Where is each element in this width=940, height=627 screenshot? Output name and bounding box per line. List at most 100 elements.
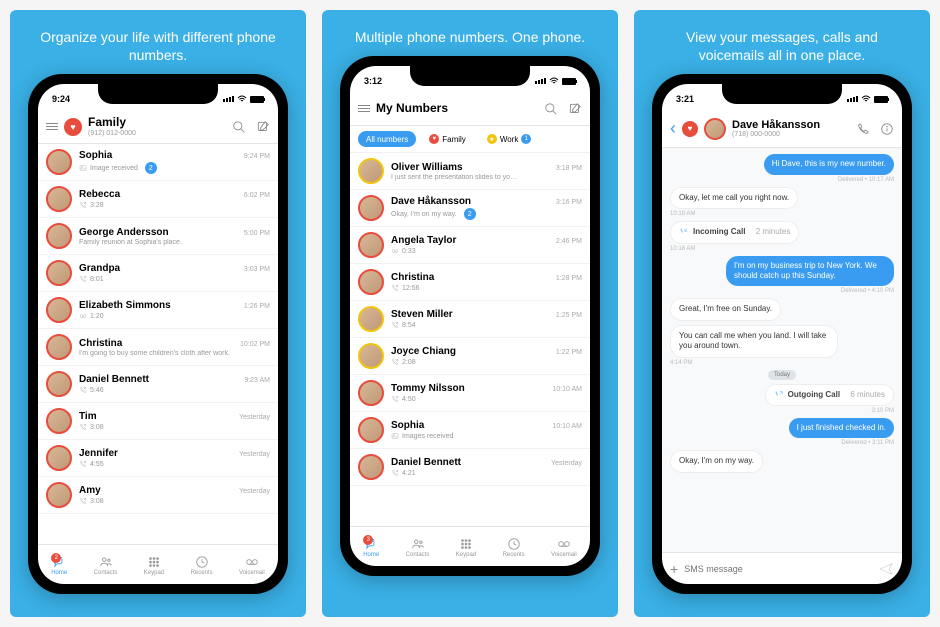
- compose-icon[interactable]: [256, 120, 270, 134]
- conversation-row[interactable]: Christina 10:02 PM I'm going to buy some…: [38, 329, 278, 366]
- conversation-row[interactable]: Sophia 10:10 AM Images received: [350, 412, 590, 449]
- timestamp: 3:16 PM: [556, 199, 582, 206]
- contact-name: Tommy Nilsson: [391, 383, 465, 394]
- avatar: [46, 482, 72, 508]
- status-time: 3:12: [364, 76, 382, 86]
- avatar: [358, 269, 384, 295]
- search-icon[interactable]: [232, 120, 246, 134]
- timestamp: 1:28 PM: [556, 275, 582, 282]
- message-meta: Delivered • 4:10 PM: [841, 288, 894, 294]
- timestamp: 3:18 PM: [556, 165, 582, 172]
- preview-text: 8:01: [79, 275, 270, 283]
- timestamp: 1:25 PM: [556, 312, 582, 319]
- avatar: [46, 260, 72, 286]
- conversation-row[interactable]: Sophia 9:24 PM Image received2: [38, 144, 278, 181]
- conversation-row[interactable]: Joyce Chiang 1:22 PM 2:08: [350, 338, 590, 375]
- navbar: My Numbers: [350, 92, 590, 126]
- contact-name: Daniel Bennett: [79, 374, 149, 385]
- incoming-message[interactable]: Okay, let me call you right now.: [670, 187, 798, 209]
- message-meta: 3:10 PM: [872, 408, 894, 414]
- timestamp: 10:10 AM: [552, 386, 582, 393]
- preview-text: 3:08: [79, 497, 270, 505]
- avatar: [358, 306, 384, 332]
- message-input[interactable]: [684, 564, 872, 574]
- tab-contacts[interactable]: Contacts: [406, 537, 430, 558]
- message-meta: 10:18 AM: [670, 211, 695, 217]
- contact-name: Amy: [79, 485, 101, 496]
- tab-keypad[interactable]: Keypad: [144, 555, 164, 576]
- chip-work[interactable]: ★Work1: [479, 131, 540, 147]
- timestamp: 1:22 PM: [556, 349, 582, 356]
- tab-recents[interactable]: Recents: [503, 537, 525, 558]
- tab-home[interactable]: 2Home: [51, 555, 67, 576]
- conversation-row[interactable]: Oliver Williams 3:18 PM I just sent the …: [350, 153, 590, 190]
- contact-name: Christina: [391, 272, 434, 283]
- message-meta: 10:18 AM: [670, 246, 695, 252]
- search-icon[interactable]: [544, 102, 558, 116]
- tab-voicemail[interactable]: Voicemail: [239, 555, 265, 576]
- timestamp: 6:02 PM: [244, 192, 270, 199]
- status-time: 3:21: [676, 94, 694, 104]
- conversation-row[interactable]: Angela Taylor 2:46 PM 0:33: [350, 227, 590, 264]
- conversation-row[interactable]: Rebecca 6:02 PM 3:28: [38, 181, 278, 218]
- preview-text: Images received: [391, 432, 582, 440]
- conversation-row[interactable]: Tommy Nilsson 10:10 AM 4:50: [350, 375, 590, 412]
- info-icon[interactable]: [880, 122, 894, 136]
- chip-family[interactable]: ♥Family: [421, 131, 474, 147]
- timestamp: Yesterday: [551, 460, 582, 467]
- conversation-row[interactable]: Tim Yesterday 3:08: [38, 403, 278, 440]
- contact-name: Tim: [79, 411, 97, 422]
- outgoing-message[interactable]: I just finished checked in.: [789, 418, 894, 438]
- filter-chips: All numbers ♥Family ★Work1: [350, 126, 590, 153]
- timestamp: 9:23 AM: [244, 377, 270, 384]
- conversation-row[interactable]: Elizabeth Simmons 1:26 PM 1:20: [38, 292, 278, 329]
- outgoing-message[interactable]: Hi Dave, this is my new number.: [764, 154, 894, 174]
- status-time: 9:24: [52, 94, 70, 104]
- tagline-2: Multiple phone numbers. One phone.: [335, 10, 605, 56]
- avatar: [46, 371, 72, 397]
- contact-name: Sophia: [391, 420, 424, 431]
- tab-voicemail[interactable]: Voicemail: [551, 537, 577, 558]
- incoming-message[interactable]: Okay, I'm on my way.: [670, 450, 763, 472]
- conversation-row[interactable]: George Andersson 5:00 PM Family reunion …: [38, 218, 278, 255]
- contact-name: Angela Taylor: [391, 235, 456, 246]
- tab-home[interactable]: 3Home: [363, 537, 379, 558]
- conversation-row[interactable]: Daniel Bennett Yesterday 4:21: [350, 449, 590, 486]
- call-event-outgoing[interactable]: Outgoing Call 6 minutes: [765, 384, 894, 406]
- unread-badge: 2: [464, 208, 476, 220]
- outgoing-message[interactable]: I'm on my business trip to New York. We …: [726, 256, 894, 287]
- menu-icon[interactable]: [46, 123, 58, 130]
- attach-button[interactable]: +: [670, 561, 678, 577]
- chip-all-numbers[interactable]: All numbers: [358, 131, 416, 147]
- compose-icon[interactable]: [568, 102, 582, 116]
- conversation-row[interactable]: Steven Miller 1:25 PM 8:54: [350, 301, 590, 338]
- conversation-list: Oliver Williams 3:18 PM I just sent the …: [350, 153, 590, 526]
- phone-icon[interactable]: [856, 122, 870, 136]
- contact-name: George Andersson: [79, 227, 169, 238]
- contact-avatar[interactable]: [704, 118, 726, 140]
- send-icon[interactable]: [878, 561, 894, 577]
- contact-name: Jennifer: [79, 448, 118, 459]
- tab-contacts[interactable]: Contacts: [94, 555, 118, 576]
- preview-text: 1:20: [79, 312, 270, 320]
- conversation-row[interactable]: Daniel Bennett 9:23 AM 5:46: [38, 366, 278, 403]
- promo-panel-2: Multiple phone numbers. One phone. 3:12 …: [322, 10, 618, 617]
- menu-icon[interactable]: [358, 105, 370, 112]
- conversation-row[interactable]: Amy Yesterday 3:08: [38, 477, 278, 514]
- conversation-row[interactable]: Christina 1:28 PM 12:56: [350, 264, 590, 301]
- conversation-row[interactable]: Dave Håkansson 3:16 PM Okay, I'm on my w…: [350, 190, 590, 227]
- incoming-message[interactable]: You can call me when you land. I will ta…: [670, 325, 838, 358]
- call-event-incoming[interactable]: Incoming Call 2 minutes: [670, 221, 799, 243]
- tab-keypad[interactable]: Keypad: [456, 537, 476, 558]
- back-button[interactable]: ‹: [670, 118, 676, 139]
- chat-header: ‹ ♥ Dave Håkansson (718) 000-0000: [662, 110, 902, 148]
- preview-text: 3:08: [79, 423, 270, 431]
- conversation-row[interactable]: Jennifer Yesterday 4:55: [38, 440, 278, 477]
- conversation-row[interactable]: Grandpa 3:03 PM 8:01: [38, 255, 278, 292]
- avatar: [46, 149, 72, 175]
- avatar: [358, 232, 384, 258]
- message-thread[interactable]: Hi Dave, this is my new number. Delivered…: [662, 148, 902, 552]
- incoming-message[interactable]: Great, I'm free on Sunday.: [670, 298, 781, 320]
- tab-bar: 3Home Contacts Keypad Recents Voicemail: [350, 526, 590, 566]
- tab-recents[interactable]: Recents: [191, 555, 213, 576]
